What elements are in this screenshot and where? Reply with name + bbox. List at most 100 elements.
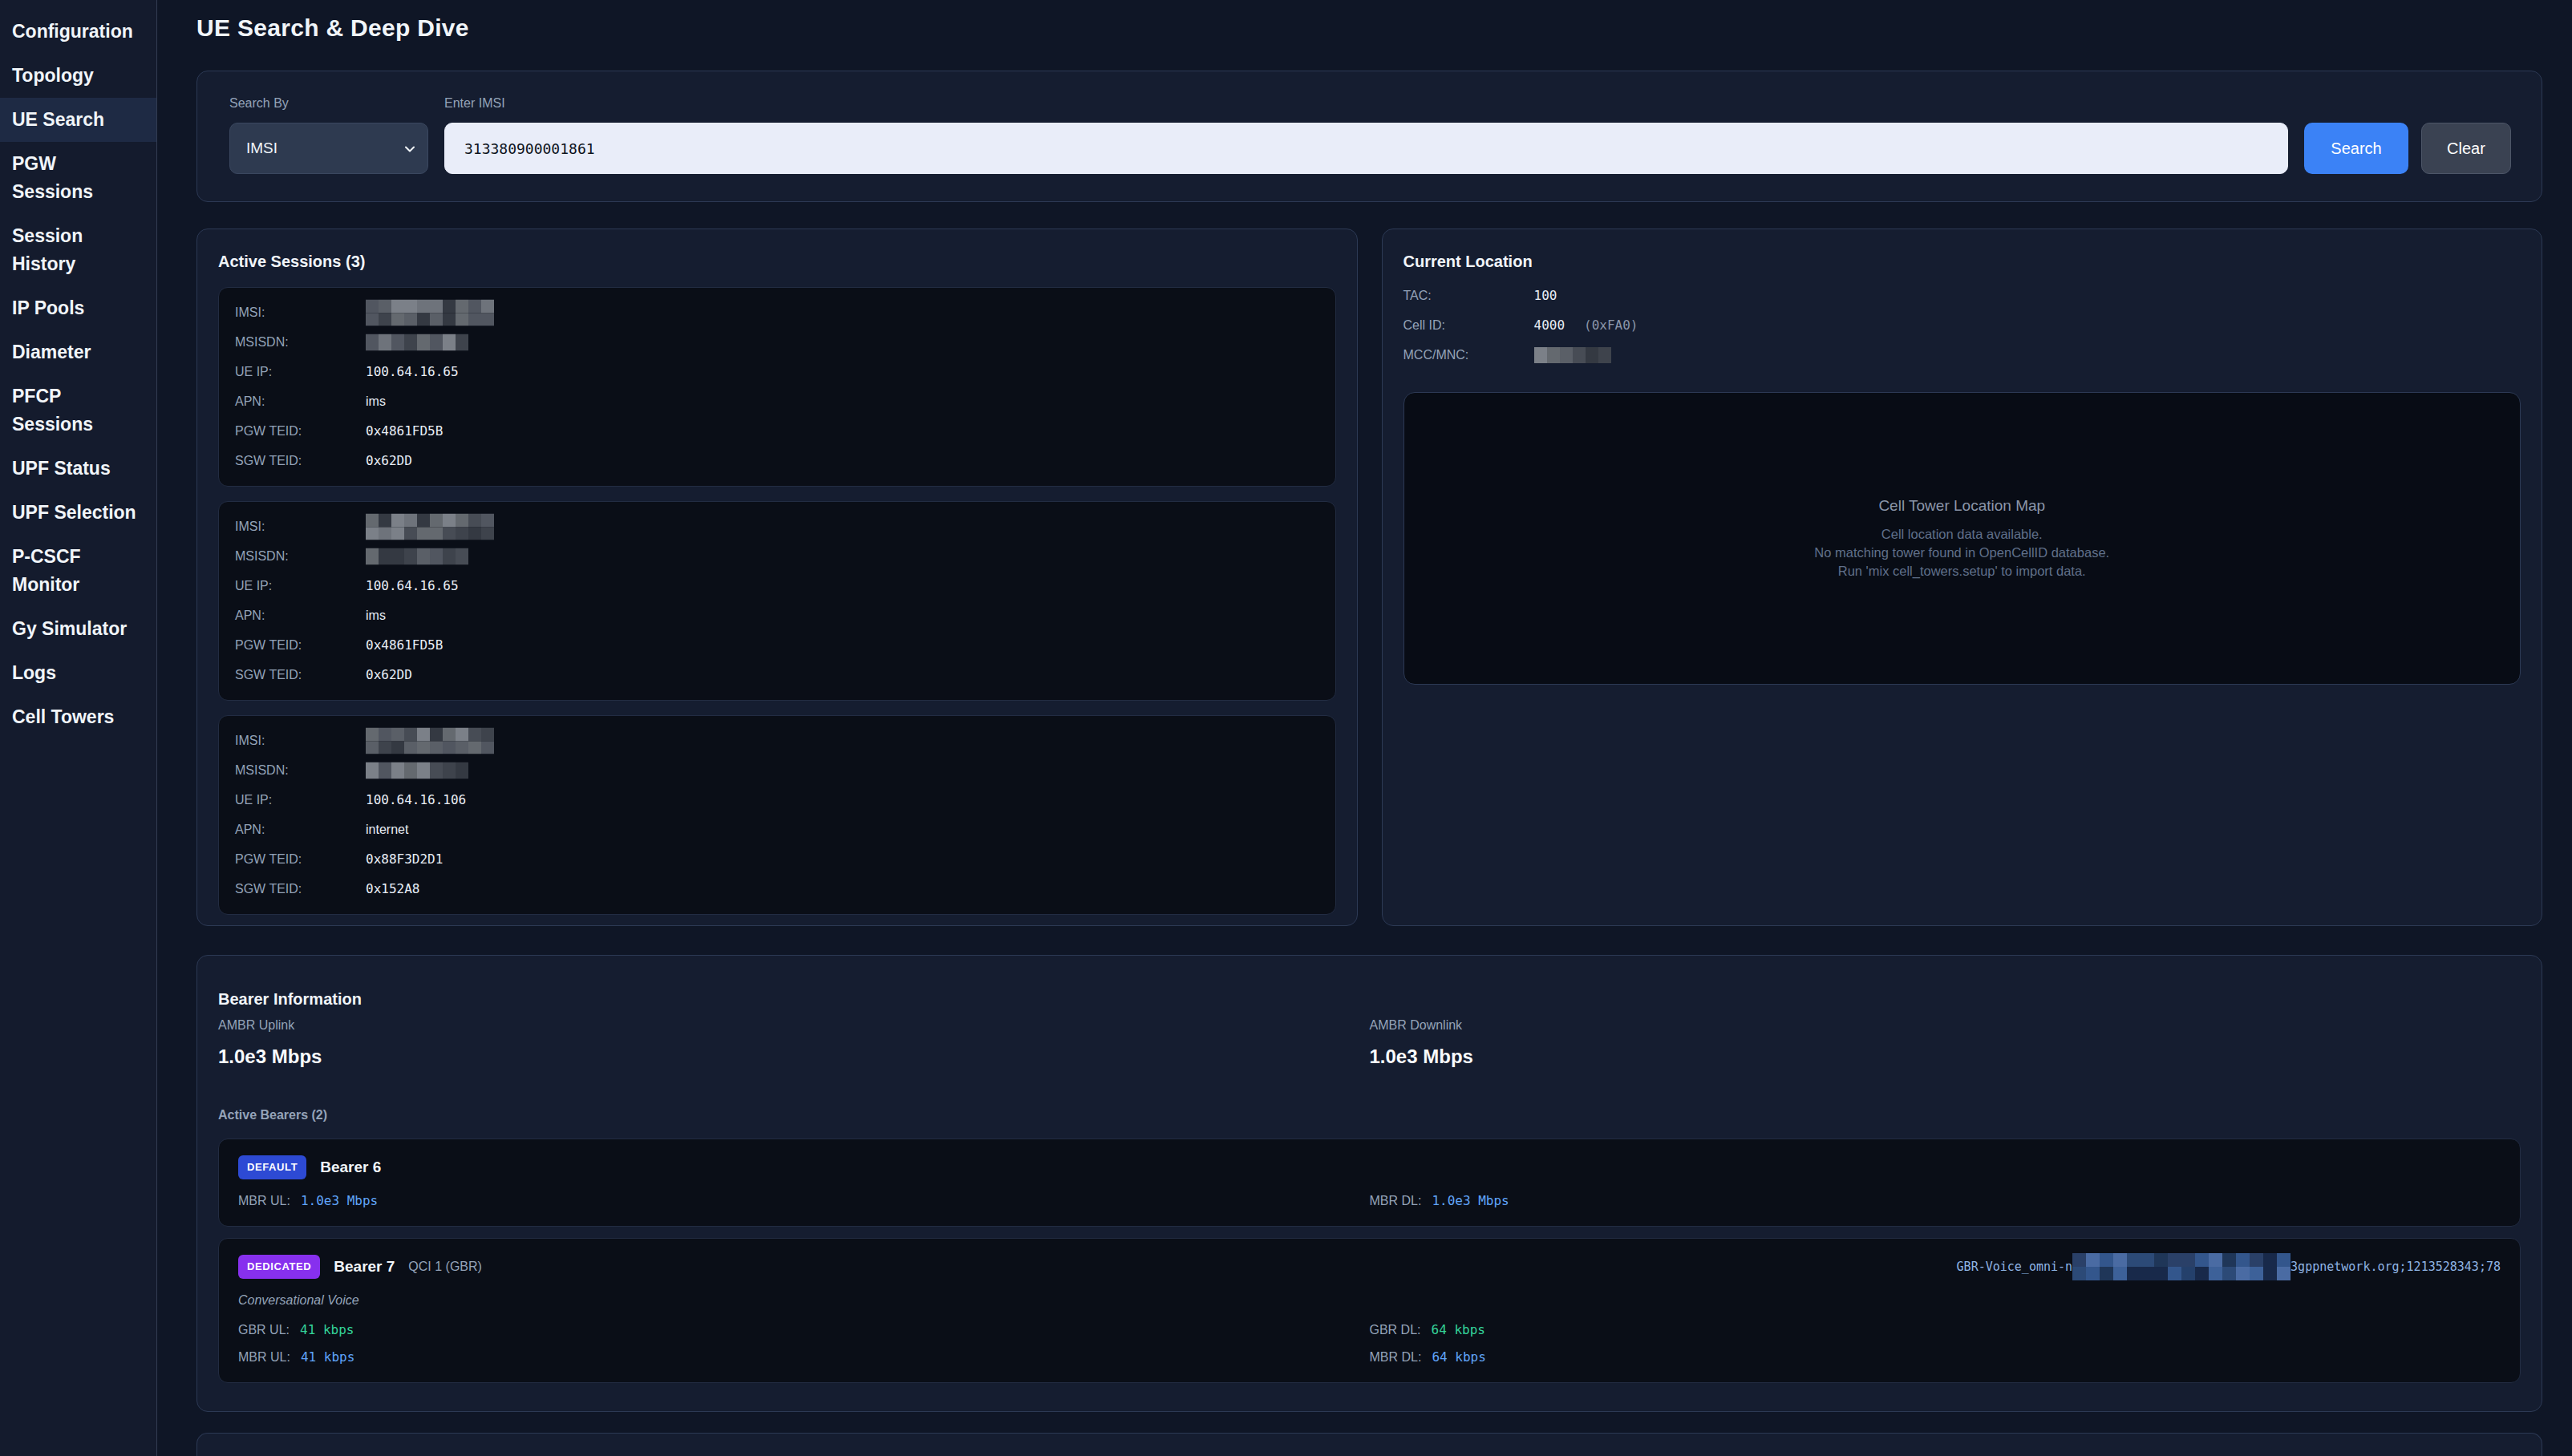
mbr-dl-value: 1.0e3 Mbps bbox=[1432, 1192, 1509, 1210]
default-badge: DEFAULT bbox=[238, 1155, 306, 1179]
sidebar-item-ue-search[interactable]: UE Search bbox=[0, 98, 156, 142]
search-panel: Search By IMSI Enter IMSI Search Clear bbox=[196, 71, 2542, 202]
sgw-teid-label: SGW TEID: bbox=[235, 452, 366, 470]
sgw-teid-value: 0x152A8 bbox=[366, 880, 419, 898]
pgw-teid-label: PGW TEID: bbox=[235, 851, 366, 868]
session-card-1: IMSI: MSISDN: UE IP:100.64.16.65 APN:ims… bbox=[218, 287, 1336, 487]
current-location-title: Current Location bbox=[1403, 250, 2521, 273]
bearer-qci: QCI 1 (GBR) bbox=[408, 1260, 482, 1274]
tft-redacted bbox=[2072, 1253, 2290, 1280]
mcc-mnc-label: MCC/MNC: bbox=[1403, 346, 1534, 364]
cell-id-value: 4000 bbox=[1534, 317, 1565, 334]
bearer-gbr-rows: GBR UL:41 kbps GBR DL:64 kbps bbox=[238, 1321, 2501, 1339]
imsi-label: IMSI: bbox=[235, 304, 366, 322]
sgw-teid-value: 0x62DD bbox=[366, 452, 412, 470]
sidebar-item-cell-towers[interactable]: Cell Towers bbox=[0, 695, 156, 739]
imsi-input-label: Enter IMSI bbox=[444, 95, 2288, 111]
page-title: UE Search & Deep Dive bbox=[196, 11, 2542, 45]
bearer-name: Bearer 6 bbox=[320, 1159, 381, 1176]
imsi-value-redacted bbox=[366, 304, 494, 322]
active-sessions-title: Active Sessions (3) bbox=[218, 250, 1336, 273]
sgw-teid-value: 0x62DD bbox=[366, 666, 412, 684]
gbr-dl-label: GBR DL: bbox=[1370, 1321, 1421, 1339]
sidebar-item-logs[interactable]: Logs bbox=[0, 651, 156, 695]
main-content: UE Search & Deep Dive Search By IMSI Ent… bbox=[157, 0, 2572, 1456]
bearer-mbr-rows: MBR UL: 41 kbps MBR DL: 64 kbps bbox=[238, 1349, 2501, 1366]
active-sessions-panel: Active Sessions (3) IMSI: MSISDN: UE IP:… bbox=[196, 229, 1358, 926]
mbr-ul-label: MBR UL: bbox=[238, 1349, 290, 1366]
sidebar-item-configuration[interactable]: Configuration bbox=[0, 10, 156, 54]
gbr-ul-label: GBR UL: bbox=[238, 1321, 290, 1339]
ambr-uplink-value: 1.0e3 Mbps bbox=[218, 1044, 1370, 1070]
imsi-value-redacted bbox=[366, 518, 494, 536]
active-bearers-heading: Active Bearers (2) bbox=[218, 1106, 2521, 1124]
imsi-value-redacted bbox=[366, 732, 494, 750]
ue-ip-value: 100.64.16.106 bbox=[366, 791, 466, 809]
apn-label: APN: bbox=[235, 821, 366, 839]
map-line-2: No matching tower found in OpenCellID da… bbox=[1814, 544, 2109, 562]
pgw-teid-label: PGW TEID: bbox=[235, 637, 366, 654]
search-by-select[interactable]: IMSI bbox=[229, 123, 428, 174]
location-rows: TAC:100 Cell ID:4000(0xFA0) MCC/MNC: bbox=[1403, 287, 2521, 364]
ambr-downlink-value: 1.0e3 Mbps bbox=[1370, 1044, 2521, 1070]
search-button[interactable]: Search bbox=[2304, 123, 2408, 174]
sidebar-item-topology[interactable]: Topology bbox=[0, 54, 156, 98]
ue-ip-label: UE IP: bbox=[235, 791, 366, 809]
tft-prefix: GBR-Voice_omni-n bbox=[1957, 1260, 2073, 1274]
imsi-label: IMSI: bbox=[235, 732, 366, 750]
mbr-dl-value: 64 kbps bbox=[1432, 1349, 1485, 1366]
sidebar-item-pcscf-monitor[interactable]: P-CSCF Monitor bbox=[0, 535, 156, 607]
bearer-tft: GBR-Voice_omni-n3gppnetwork.org;12135283… bbox=[1957, 1253, 2501, 1280]
msisdn-label: MSISDN: bbox=[235, 548, 366, 565]
msisdn-value-redacted bbox=[366, 548, 468, 565]
bearer-card-default: DEFAULT Bearer 6 MBR UL:1.0e3 Mbps MBR D… bbox=[218, 1139, 2521, 1227]
cell-tower-map: Cell Tower Location Map Cell location da… bbox=[1403, 392, 2521, 685]
search-by-label: Search By bbox=[229, 95, 428, 111]
ambr-downlink-label: AMBR Downlink bbox=[1370, 1017, 2521, 1034]
sidebar-item-upf-selection[interactable]: UPF Selection bbox=[0, 491, 156, 535]
pgw-teid-value: 0x88F3D2D1 bbox=[366, 851, 443, 868]
sidebar-item-gy-simulator[interactable]: Gy Simulator bbox=[0, 607, 156, 651]
session-card-3: IMSI: MSISDN: UE IP:100.64.16.106 APN:in… bbox=[218, 715, 1336, 915]
ambr-uplink-label: AMBR Uplink bbox=[218, 1017, 1370, 1034]
pgw-teid-value: 0x4861FD5B bbox=[366, 423, 443, 440]
bearer-default-header: DEFAULT Bearer 6 bbox=[238, 1155, 2501, 1179]
ue-ip-value: 100.64.16.65 bbox=[366, 363, 459, 381]
msisdn-label: MSISDN: bbox=[235, 334, 366, 351]
msisdn-value-redacted bbox=[366, 762, 468, 779]
bearer-dedicated-header: DEDICATED Bearer 7 QCI 1 (GBR) GBR-Voice… bbox=[238, 1255, 2501, 1279]
ambr-uplink: AMBR Uplink 1.0e3 Mbps bbox=[218, 1017, 1370, 1070]
tac-value: 100 bbox=[1534, 287, 1557, 305]
sidebar-item-upf-status[interactable]: UPF Status bbox=[0, 447, 156, 491]
mbr-ul-value: 41 kbps bbox=[301, 1349, 354, 1366]
ambr-grid: AMBR Uplink 1.0e3 Mbps AMBR Downlink 1.0… bbox=[218, 1017, 2521, 1070]
imsi-input[interactable] bbox=[444, 123, 2288, 174]
search-by-field: Search By IMSI bbox=[229, 95, 428, 174]
clear-button[interactable]: Clear bbox=[2421, 123, 2511, 174]
sgw-teid-label: SGW TEID: bbox=[235, 666, 366, 684]
bearer-name: Bearer 7 bbox=[334, 1258, 395, 1276]
mbr-dl-label: MBR DL: bbox=[1370, 1349, 1422, 1366]
apn-value: internet bbox=[366, 821, 408, 839]
sidebar-item-diameter[interactable]: Diameter bbox=[0, 330, 156, 374]
bearer-description: Conversational Voice bbox=[238, 1292, 2501, 1309]
apn-value: ims bbox=[366, 393, 386, 411]
bearer-card-dedicated: DEDICATED Bearer 7 QCI 1 (GBR) GBR-Voice… bbox=[218, 1238, 2521, 1383]
sidebar-item-pgw-sessions[interactable]: PGW Sessions bbox=[0, 142, 156, 214]
mcc-mnc-value-redacted bbox=[1534, 346, 1611, 364]
pgw-teid-label: PGW TEID: bbox=[235, 423, 366, 440]
sidebar-item-session-history[interactable]: Session History bbox=[0, 214, 156, 286]
mbr-ul-label: MBR UL: bbox=[238, 1192, 290, 1210]
cell-id-hex-value: (0xFA0) bbox=[1584, 317, 1638, 334]
sidebar-item-pfcp-sessions[interactable]: PFCP Sessions bbox=[0, 374, 156, 447]
bearer-default-rows: MBR UL:1.0e3 Mbps MBR DL:1.0e3 Mbps bbox=[238, 1192, 2501, 1210]
ue-ip-label: UE IP: bbox=[235, 363, 366, 381]
app-root: Configuration Topology UE Search PGW Ses… bbox=[0, 0, 2572, 1456]
sidebar-item-ip-pools[interactable]: IP Pools bbox=[0, 286, 156, 330]
bearer-information-title: Bearer Information bbox=[218, 988, 2521, 1010]
apn-label: APN: bbox=[235, 607, 366, 625]
imsi-field: Enter IMSI bbox=[444, 95, 2288, 174]
ambr-downlink: AMBR Downlink 1.0e3 Mbps bbox=[1370, 1017, 2521, 1070]
mbr-ul-value: 1.0e3 Mbps bbox=[301, 1192, 378, 1210]
imsi-label: IMSI: bbox=[235, 518, 366, 536]
